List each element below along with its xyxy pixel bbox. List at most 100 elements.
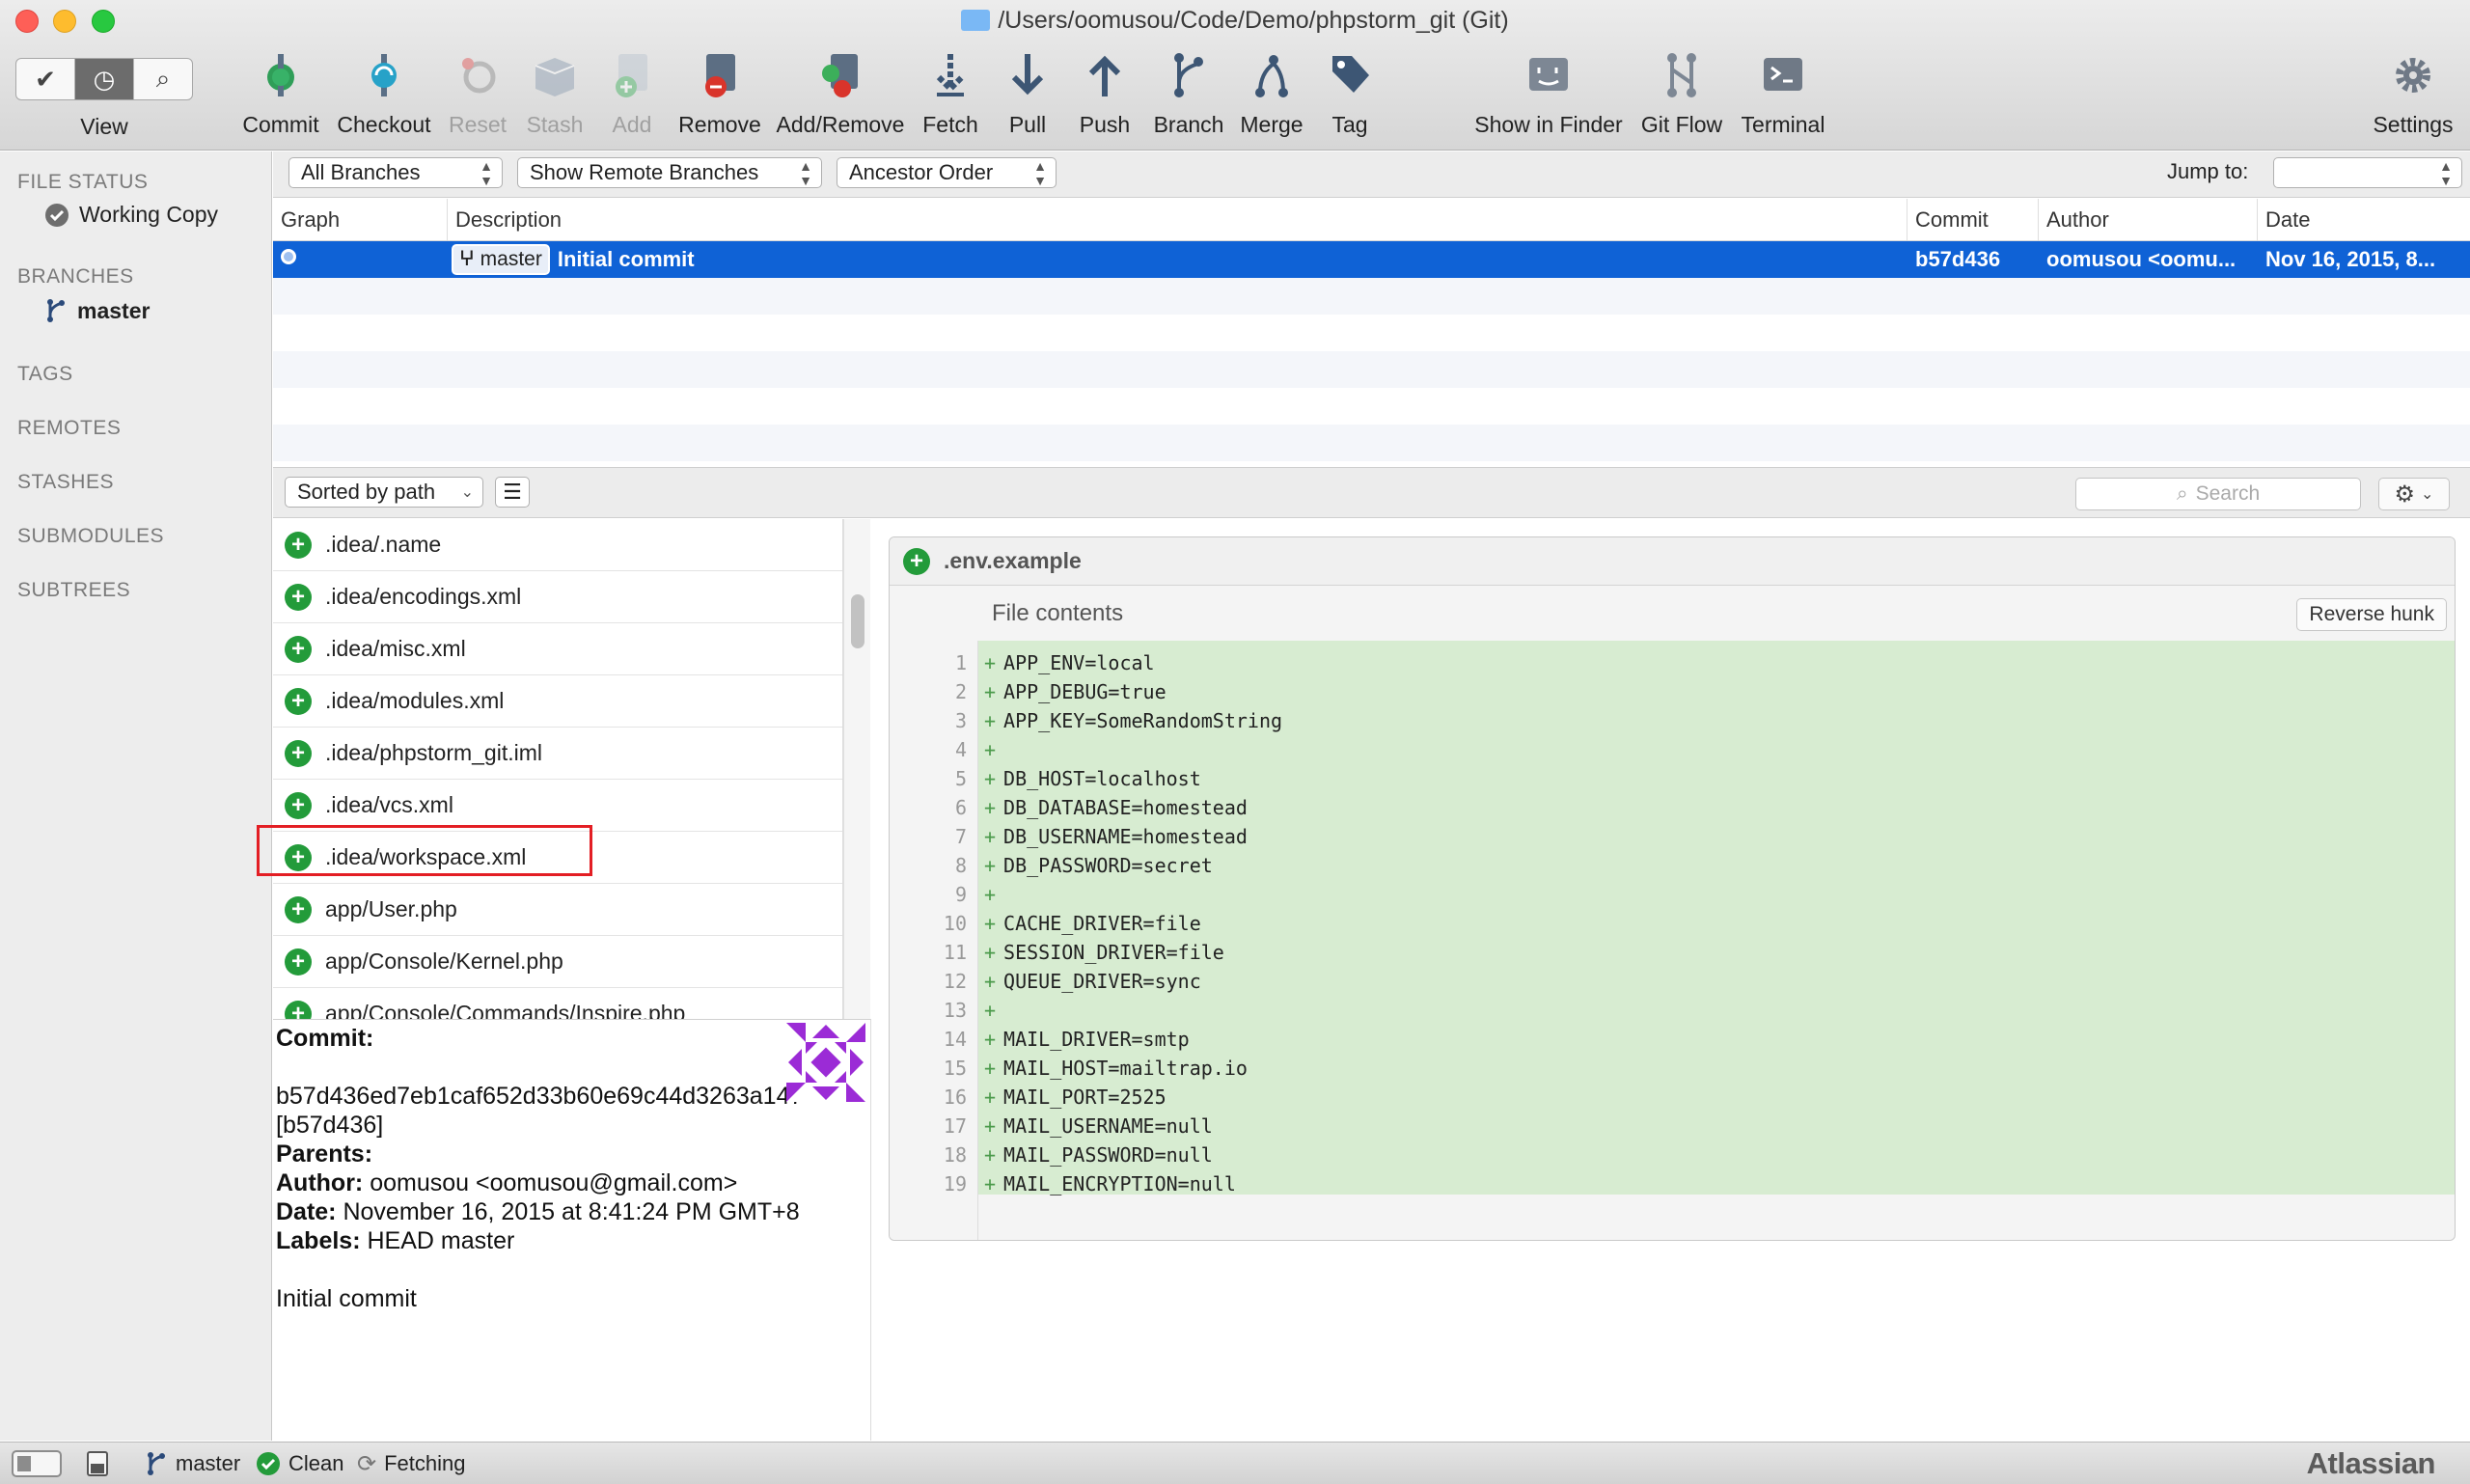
added-file-icon: + — [285, 791, 312, 819]
diff-added-line[interactable]: + QUEUE_DRIVER=sync — [984, 967, 1201, 996]
diff-added-line[interactable]: + APP_DEBUG=true — [984, 677, 1166, 706]
diff-added-line[interactable]: + MAIL_USERNAME=null — [984, 1112, 1213, 1140]
line-text: SESSION_DRIVER=file — [1003, 941, 1224, 964]
sidebar-item-working-copy[interactable]: Working Copy — [44, 202, 218, 228]
file-row[interactable]: + .idea/misc.xml — [273, 623, 842, 675]
column-header-description[interactable]: Description — [448, 199, 1907, 240]
file-row[interactable]: + app/Console/Kernel.php — [273, 936, 842, 988]
git-flow-button[interactable]: Git Flow — [1629, 48, 1735, 145]
diff-added-line[interactable]: + DB_PASSWORD=secret — [984, 851, 1213, 880]
diff-added-line[interactable]: + MAIL_PASSWORD=null — [984, 1140, 1213, 1169]
added-file-icon: + — [285, 843, 312, 871]
added-marker: + — [984, 1172, 997, 1195]
status-branch: master — [145, 1443, 240, 1484]
sidebar-heading-submodules[interactable]: SUBMODULES — [17, 525, 164, 548]
status-clean: Clean — [256, 1443, 343, 1484]
pull-icon — [1002, 48, 1053, 102]
diff-added-line[interactable]: + DB_DATABASE=homestead — [984, 793, 1248, 822]
diff-added-line[interactable]: + — [984, 735, 1003, 764]
branches-filter-select[interactable]: All Branches ▲ ▼ — [288, 157, 503, 188]
file-path: .idea/workspace.xml — [325, 844, 527, 869]
list-view-toggle[interactable]: ☰ — [495, 477, 530, 508]
checkout-button[interactable]: Checkout — [331, 48, 437, 145]
sidebar-heading-stashes[interactable]: STASHES — [17, 471, 114, 494]
description-cell: ⵖ master Initial commit — [448, 244, 1907, 275]
file-row[interactable]: + app/Console/Commands/Inspire.php — [273, 988, 842, 1019]
sidebar-heading-file-status[interactable]: FILE STATUS — [17, 171, 148, 194]
view-mode-segmented-control[interactable]: ✔ ◷ ⌕ — [15, 58, 193, 100]
line-number: 7 — [954, 825, 967, 848]
sidebar-heading-tags[interactable]: TAGS — [17, 363, 73, 386]
sidebar-heading-branches[interactable]: BRANCHES — [17, 265, 134, 289]
diff-added-line[interactable]: + DB_USERNAME=homestead — [984, 822, 1248, 851]
file-row[interactable]: + app/User.php — [273, 884, 842, 936]
line-text: MAIL_PORT=2525 — [1003, 1086, 1166, 1109]
jump-to-select[interactable]: ▲ ▼ — [2273, 157, 2462, 188]
tag-button[interactable]: Tag — [1297, 48, 1403, 145]
date-label: Date: — [276, 1198, 337, 1225]
toggle-sidebar-button[interactable] — [12, 1443, 62, 1484]
line-number: 13 — [943, 999, 967, 1022]
file-row[interactable]: + .idea/modules.xml — [273, 675, 842, 728]
search-view-icon[interactable]: ⌕ — [134, 59, 192, 99]
settings-button[interactable]: Settings — [2360, 48, 2466, 145]
show-in-finder-button[interactable]: Show in Finder — [1467, 48, 1631, 145]
diff-added-line[interactable]: + DB_HOST=localhost — [984, 764, 1201, 793]
order-select[interactable]: Ancestor Order ▲ ▼ — [837, 157, 1057, 188]
commit-hash-cell: b57d436 — [1915, 247, 2001, 271]
file-status-view-icon[interactable]: ✔ — [16, 59, 75, 99]
scrollbar-thumb[interactable] — [851, 594, 864, 648]
reset-icon — [453, 48, 503, 102]
diff-added-line[interactable]: + — [984, 996, 1003, 1025]
author-value: oomusou <oomusou@gmail.com> — [370, 1169, 738, 1196]
sort-select[interactable]: Sorted by path ⌄ — [285, 477, 483, 508]
commit-details: Commit: b57d436ed7eb1caf652d33b60e69c44d… — [273, 1019, 871, 1441]
column-header-date[interactable]: Date — [2258, 199, 2470, 240]
atlassian-logo: Atlassian — [2306, 1446, 2436, 1480]
diff-added-line[interactable]: + — [984, 880, 1003, 909]
terminal-button[interactable]: Terminal — [1730, 48, 1836, 145]
file-row[interactable]: + .idea/vcs.xml — [273, 780, 842, 832]
log-panel-button[interactable] — [87, 1443, 108, 1484]
line-number: 17 — [943, 1114, 967, 1138]
file-options-button[interactable]: ⚙ ⌄ — [2378, 478, 2450, 510]
diff-added-line[interactable]: + CACHE_DRIVER=file — [984, 909, 1201, 938]
file-path: app/Console/Kernel.php — [325, 948, 563, 974]
diff-added-line[interactable]: + MAIL_HOST=mailtrap.io — [984, 1054, 1248, 1083]
file-path: .idea/modules.xml — [325, 688, 505, 713]
remove-button[interactable]: Remove — [667, 48, 773, 145]
sidebar-heading-subtrees[interactable]: SUBTREES — [17, 579, 130, 602]
file-row[interactable]: + .idea/workspace.xml — [273, 832, 842, 884]
file-row[interactable]: + .idea/.name — [273, 519, 842, 571]
diff-added-line[interactable]: + MAIL_ENCRYPTION=null — [984, 1169, 1236, 1198]
diff-added-line[interactable]: + MAIL_PORT=2525 — [984, 1083, 1166, 1112]
status-fetching: ⟳ Fetching — [357, 1450, 466, 1477]
empty-row — [273, 315, 2470, 351]
remote-branches-select[interactable]: Show Remote Branches ▲ ▼ — [517, 157, 822, 188]
file-row[interactable]: + .idea/encodings.xml — [273, 571, 842, 623]
diff-added-line[interactable]: + MAIL_DRIVER=smtp — [984, 1025, 1190, 1054]
line-number: 8 — [954, 854, 967, 877]
added-file-icon: + — [285, 687, 312, 715]
merge-icon — [1247, 48, 1297, 102]
line-text: APP_ENV=local — [1003, 651, 1155, 674]
diff-added-line[interactable]: + SESSION_DRIVER=file — [984, 938, 1224, 967]
column-header-author[interactable]: Author — [2039, 199, 2258, 240]
branch-label-tag[interactable]: ⵖ master — [452, 244, 550, 275]
file-list-scrollbar[interactable] — [843, 519, 870, 1019]
history-view-icon[interactable]: ◷ — [75, 59, 134, 99]
commit-button[interactable]: Commit — [228, 48, 334, 145]
search-icon: ⌕ — [2176, 482, 2188, 505]
column-header-graph[interactable]: Graph — [273, 199, 448, 240]
file-row[interactable]: + .idea/phpstorm_git.iml — [273, 728, 842, 780]
sidebar-heading-remotes[interactable]: REMOTES — [17, 417, 121, 440]
add-remove-button[interactable]: Add/Remove — [768, 48, 913, 145]
column-header-commit[interactable]: Commit — [1907, 199, 2039, 240]
sidebar-item-master[interactable]: master — [44, 297, 150, 324]
diff-added-line[interactable]: + APP_KEY=SomeRandomString — [984, 706, 1282, 735]
reverse-hunk-button[interactable]: Reverse hunk — [2296, 598, 2447, 631]
search-input[interactable]: ⌕ Search — [2075, 478, 2361, 510]
diff-added-line[interactable]: + APP_ENV=local — [984, 648, 1155, 677]
history-row[interactable]: ⵖ master Initial commit b57d436 oomusou … — [273, 241, 2470, 278]
diff-file-panel: + .env.example File contents Reverse hun… — [889, 536, 2456, 1241]
